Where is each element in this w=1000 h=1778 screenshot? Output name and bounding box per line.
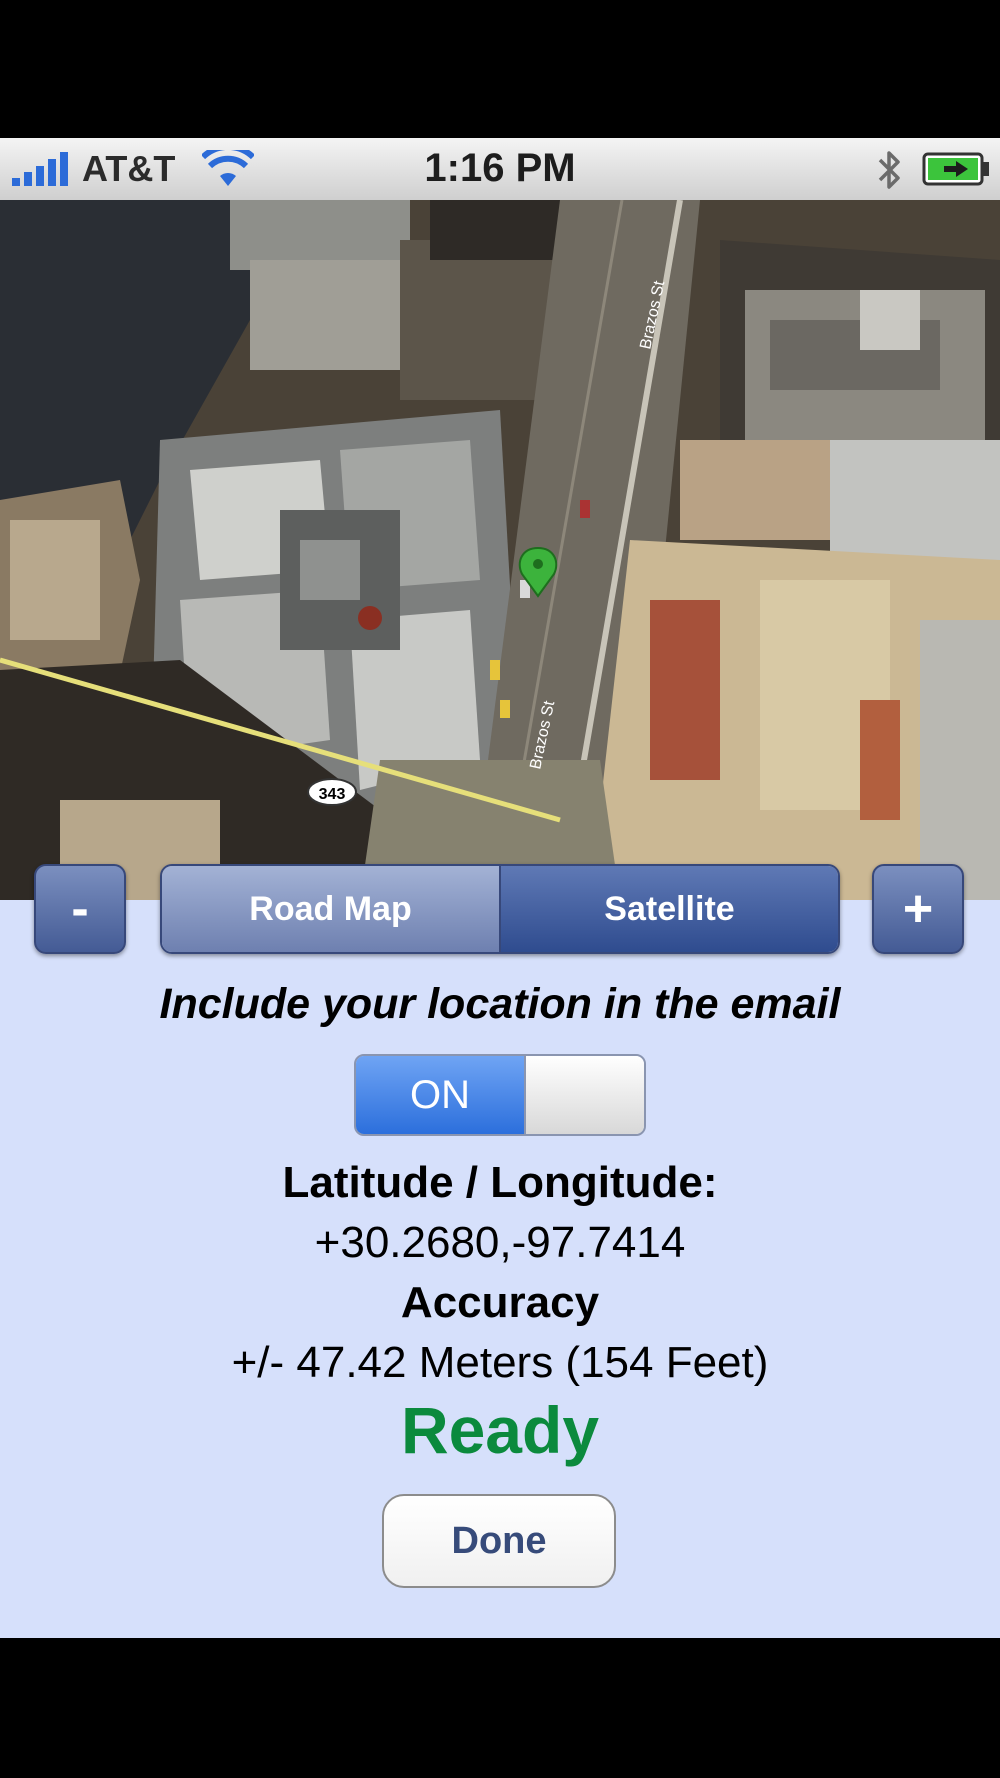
toggle-on-label: ON — [356, 1056, 524, 1134]
map-type-segmented-control: Road Map Satellite — [160, 864, 840, 954]
include-location-toggle[interactable]: ON — [354, 1054, 646, 1136]
accuracy-heading: Accuracy — [400, 1278, 600, 1327]
bluetooth-icon — [878, 151, 900, 189]
status-time: 1:16 PM — [424, 146, 576, 190]
accuracy-value: +/- 47.42 Meters (154 Feet) — [231, 1338, 769, 1387]
toggle-knob[interactable] — [524, 1056, 644, 1134]
road-map-tab[interactable]: Road Map — [162, 866, 501, 952]
done-button[interactable]: Done — [382, 1494, 616, 1588]
satellite-map[interactable]: 343 Brazos St Brazos St — [0, 200, 1000, 900]
status-text: Ready — [400, 1393, 600, 1467]
zoom-out-button[interactable]: - — [34, 864, 126, 954]
zoom-in-button[interactable]: + — [872, 864, 964, 954]
status-bar: AT&T 1:16 PM — [0, 138, 1000, 201]
satellite-tab[interactable]: Satellite — [501, 866, 838, 952]
battery-charging-icon — [922, 152, 989, 186]
app-screen: AT&T 1:16 PM 343 Brazos St Brazos St - R… — [0, 138, 1000, 1638]
latlon-heading: Latitude / Longitude: — [282, 1158, 718, 1207]
latlon-value: +30.2680,-97.7414 — [314, 1218, 686, 1267]
include-location-label: Include your location in the email — [159, 980, 841, 1028]
route-shield-label: 343 — [319, 786, 346, 803]
